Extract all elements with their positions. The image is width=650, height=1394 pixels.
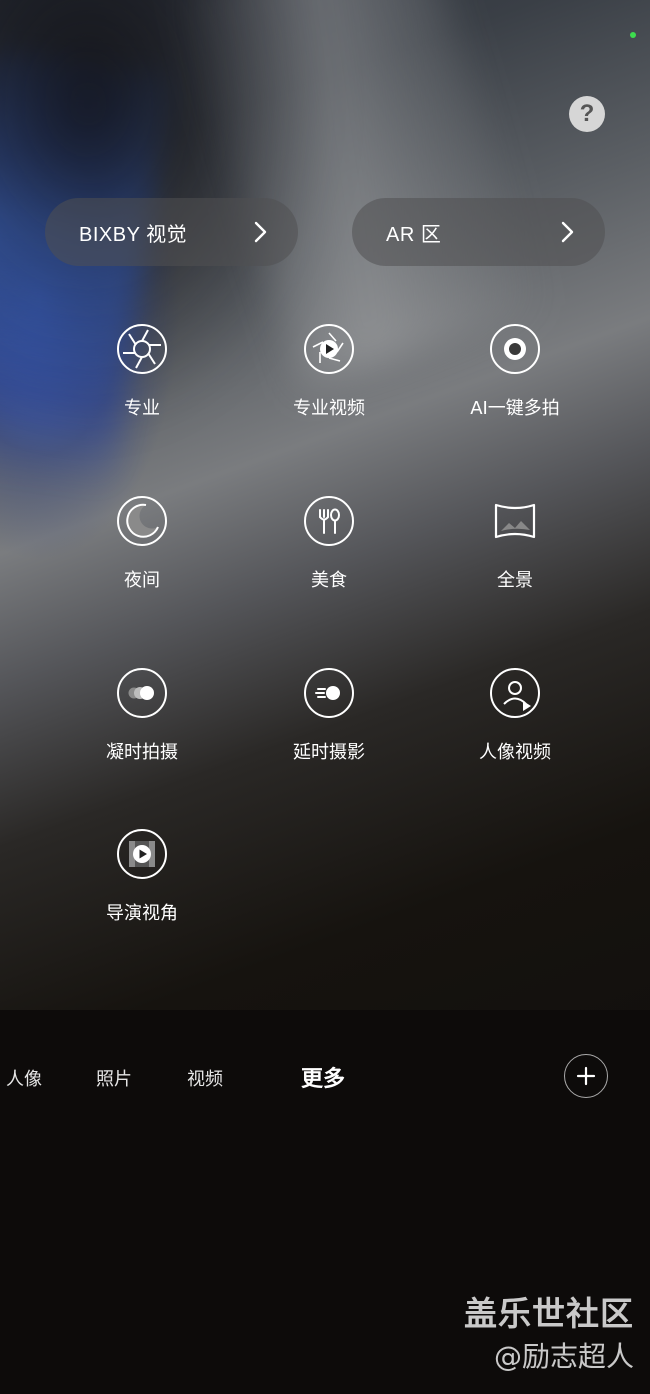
tab-more[interactable]: 更多 [301,1061,345,1093]
mode-label: AI一键多拍 [470,398,560,419]
tab-photo[interactable]: 照片 [96,1065,132,1091]
mode-tab-bar: 人像 照片 视频 更多 [0,1055,650,1099]
aperture-play-icon [304,324,354,374]
mode-food[interactable]: 美食 [249,494,409,634]
chevron-right-icon [254,221,267,243]
record-icon [490,324,540,374]
aperture-icon [117,324,167,374]
camera-active-indicator [630,32,636,38]
mode-label: 延时摄影 [293,742,365,763]
mode-hyperlapse[interactable]: 凝时拍摄 [62,666,222,806]
ar-zone-button[interactable]: AR 区 [352,198,605,266]
mode-label: 导演视角 [106,903,178,924]
mode-label: 专业视频 [293,398,365,419]
mode-panorama[interactable]: 全景 [435,494,595,634]
bixby-vision-button[interactable]: BIXBY 视觉 [45,198,298,266]
bixby-vision-label: BIXBY 视觉 [79,223,188,246]
mode-pro-video[interactable]: 专业视频 [249,322,409,462]
mode-director-view[interactable]: 导演视角 [62,827,222,967]
tab-portrait[interactable]: 人像 [6,1065,42,1091]
mode-pro[interactable]: 专业 [62,322,222,462]
tab-video[interactable]: 视频 [187,1065,223,1091]
motion-blur-icon [304,668,354,718]
mode-label: 美食 [311,570,347,591]
mode-label: 人像视频 [479,742,551,763]
mode-label: 全景 [497,570,533,591]
moon-icon [117,496,167,546]
mode-label: 凝时拍摄 [106,742,178,763]
panorama-icon [490,496,540,546]
mode-portrait-video[interactable]: 人像视频 [435,666,595,806]
mode-timelapse[interactable]: 延时摄影 [249,666,409,806]
mode-label: 专业 [124,398,160,419]
add-mode-button[interactable] [564,1054,608,1098]
watermark-title: 盖乐世社区 [464,1294,634,1333]
mode-label: 夜间 [124,570,160,591]
help-button[interactable]: ? [569,96,605,132]
chevron-right-icon [561,221,574,243]
ar-zone-label: AR 区 [386,223,442,246]
plus-icon [576,1066,596,1086]
fork-spoon-icon [304,496,354,546]
watermark-author: @励志超人 [493,1340,634,1373]
help-icon: ? [579,100,595,127]
hyperlapse-icon [117,668,167,718]
portrait-video-icon [490,668,540,718]
mode-ai-multi-shot[interactable]: AI一键多拍 [435,322,595,462]
director-view-icon [117,829,167,879]
mode-night[interactable]: 夜间 [62,494,222,634]
